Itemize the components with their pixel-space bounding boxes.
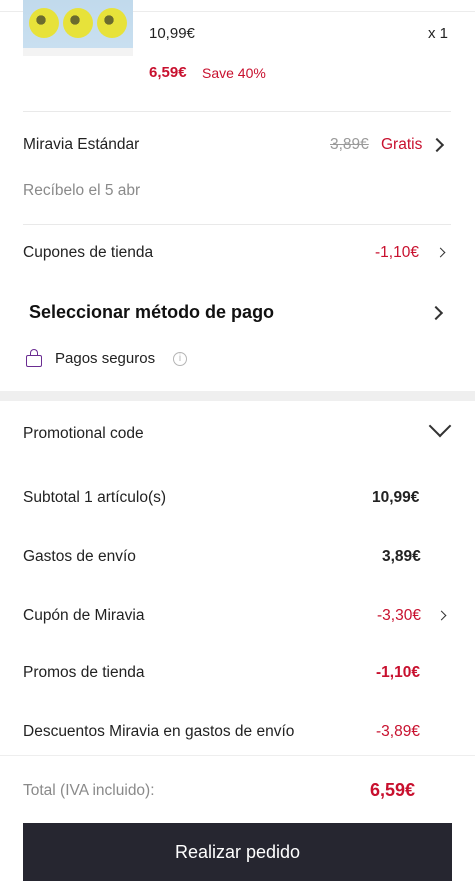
- product-image-ball-2: [63, 8, 93, 38]
- save-badge: Save 40%: [202, 65, 266, 81]
- shipping-cost-label: Gastos de envío: [23, 548, 136, 565]
- miravia-coupon-chevron-right-icon[interactable]: [436, 610, 447, 621]
- miravia-coupon-value: -3,30€: [377, 607, 421, 624]
- info-icon[interactable]: i: [173, 352, 187, 366]
- miravia-coupon-label[interactable]: Cupón de Miravia: [23, 607, 144, 625]
- product-price: 10,99€: [149, 25, 195, 42]
- divider: [23, 224, 451, 225]
- shipping-chevron-right-icon[interactable]: [429, 137, 445, 153]
- shipping-discount-label: Descuentos Miravia en gastos de envío: [23, 723, 295, 740]
- sale-price: 6,59€: [149, 64, 187, 81]
- place-order-button[interactable]: Realizar pedido: [23, 823, 452, 881]
- shipping-method-label: Miravia Estándar: [23, 136, 140, 153]
- lock-icon: [26, 349, 42, 367]
- shipping-cost-value: 3,89€: [382, 548, 421, 565]
- product-quantity: x 1: [428, 25, 449, 42]
- subtotal-label: Subtotal 1 artículo(s): [23, 489, 167, 506]
- shipping-discount-value: -3,89€: [376, 723, 420, 740]
- subtotal-value: 10,99€: [372, 489, 420, 506]
- total-label: Total (IVA incluido):: [23, 782, 155, 799]
- product-thumbnail[interactable]: [23, 0, 133, 56]
- store-coupons-label[interactable]: Cupones de tienda: [23, 244, 153, 262]
- store-coupons-chevron-right-icon[interactable]: [435, 247, 446, 258]
- total-value: 6,59€: [370, 780, 416, 800]
- product-image-ball-1: [29, 8, 59, 38]
- product-image-ball-3: [97, 8, 127, 38]
- store-promos-value: -1,10€: [376, 664, 420, 681]
- promotional-code-label[interactable]: Promotional code: [23, 425, 144, 443]
- secure-payments-label: Pagos seguros: [55, 350, 156, 367]
- shipping-free-label: Gratis: [381, 136, 423, 153]
- select-payment-method[interactable]: Seleccionar método de pago: [29, 302, 274, 323]
- divider: [23, 111, 451, 112]
- total-divider: [0, 755, 475, 756]
- store-coupons-value: -1,10€: [375, 244, 419, 261]
- delivery-estimate: Recíbelo el 5 abr: [23, 182, 141, 199]
- store-promos-label: Promos de tienda: [23, 664, 145, 681]
- shipping-old-price: 3,89€: [330, 136, 369, 153]
- section-separator: [0, 391, 475, 401]
- payment-chevron-right-icon[interactable]: [428, 305, 444, 321]
- chevron-down-icon[interactable]: [428, 414, 452, 438]
